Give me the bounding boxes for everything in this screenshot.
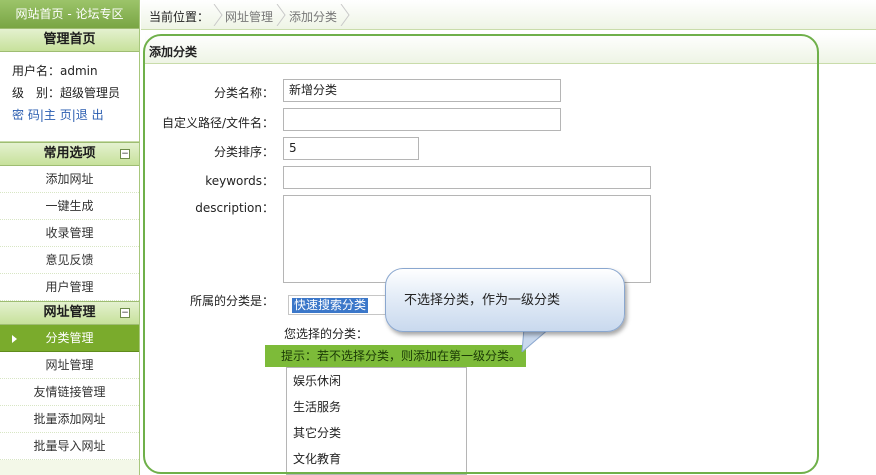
custom-path-input[interactable]	[283, 108, 561, 131]
keywords-label: keywords：	[205, 174, 274, 188]
sidebar-item-batch-import-urls[interactable]: 批量导入网址	[0, 433, 139, 460]
sidebar-item-index-management[interactable]: 收录管理	[0, 220, 139, 247]
sidebar-item-category-management[interactable]: 分类管理	[0, 325, 139, 352]
admin-home-label: 管理首页	[43, 32, 96, 47]
category-order-input[interactable]: 5	[283, 137, 419, 160]
home-link[interactable]: 主 页	[44, 108, 72, 122]
common-options-menu: 添加网址 一键生成 收录管理 意见反馈 用户管理	[0, 166, 139, 301]
list-item[interactable]: 其它分类	[287, 420, 466, 446]
username-line: 用户名：admin	[12, 64, 98, 78]
breadcrumb-item-add-category: 添加分类	[289, 10, 338, 24]
sidebar: 网站首页 - 论坛专区 管理首页 用户名：admin 级 别：超级管理员 密 码…	[0, 0, 140, 475]
common-options-label: 常用选项	[43, 146, 96, 161]
user-info: 用户名：admin 级 别：超级管理员 密 码|主 页|退 出	[0, 52, 139, 142]
collapse-icon[interactable]: −	[120, 308, 130, 318]
logout-link[interactable]: 退 出	[76, 108, 104, 122]
tooltip-callout: 不选择分类，作为一级分类	[385, 268, 625, 332]
parent-category-label: 所属的分类是：	[189, 294, 274, 308]
url-management-menu: 分类管理 网址管理 友情链接管理 批量添加网址 批量导入网址	[0, 325, 139, 460]
sidebar-item-label: 分类管理	[45, 331, 94, 345]
breadcrumb-label: 当前位置：	[149, 10, 210, 24]
list-item[interactable]: 文化教育	[287, 446, 466, 472]
collapse-icon[interactable]: −	[120, 149, 130, 159]
sidebar-item-feedback[interactable]: 意见反馈	[0, 247, 139, 274]
chevron-right-icon	[213, 4, 223, 26]
description-label: description：	[195, 201, 274, 215]
section-title: 添加分类	[149, 45, 198, 59]
keywords-input[interactable]	[283, 166, 651, 189]
category-name-input[interactable]: 新增分类	[283, 79, 561, 102]
sidebar-item-user-management[interactable]: 用户管理	[0, 274, 139, 301]
custom-path-label: 自定义路径/文件名：	[161, 116, 274, 130]
sidebar-item-one-click-generate[interactable]: 一键生成	[0, 193, 139, 220]
list-item[interactable]: 生活服务	[287, 394, 466, 420]
sidebar-item-add-url[interactable]: 添加网址	[0, 166, 139, 193]
selected-category-label: 您选择的分类：	[284, 327, 369, 341]
section-title-bar: 添加分类	[145, 34, 876, 64]
chevron-right-icon	[276, 4, 286, 26]
category-list[interactable]: 娱乐休闲 生活服务 其它分类 文化教育	[286, 367, 467, 475]
password-link[interactable]: 密 码	[12, 108, 40, 122]
user-links: 密 码|主 页|退 出	[12, 104, 139, 126]
url-management-label: 网址管理	[43, 305, 96, 320]
common-options-header[interactable]: 常用选项 −	[0, 142, 139, 166]
arrow-right-icon	[12, 335, 17, 343]
sidebar-item-friend-links[interactable]: 友情链接管理	[0, 379, 139, 406]
breadcrumb-item-url-management[interactable]: 网址管理	[225, 8, 273, 25]
admin-home-header[interactable]: 管理首页	[0, 28, 139, 52]
hint-bar: 提示：若不选择分类，则添加在第一级分类。	[265, 345, 526, 367]
category-name-label: 分类名称：	[213, 86, 274, 100]
quick-search-input[interactable]: 快速搜索分类	[288, 295, 388, 315]
chevron-right-icon	[340, 4, 350, 26]
site-home-link[interactable]: 网站首页 - 论坛专区	[0, 0, 139, 28]
sidebar-item-url-management[interactable]: 网址管理	[0, 352, 139, 379]
quick-search-text: 快速搜索分类	[292, 298, 369, 313]
list-item[interactable]: 娱乐休闲	[287, 368, 466, 394]
sidebar-item-batch-add-urls[interactable]: 批量添加网址	[0, 406, 139, 433]
category-order-label: 分类排序：	[213, 145, 274, 159]
breadcrumb: 当前位置： 网址管理 添加分类	[141, 0, 876, 30]
tooltip-text: 不选择分类，作为一级分类	[404, 293, 561, 308]
level-line: 级 别：超级管理员	[12, 86, 121, 100]
url-management-header[interactable]: 网址管理 −	[0, 301, 139, 325]
